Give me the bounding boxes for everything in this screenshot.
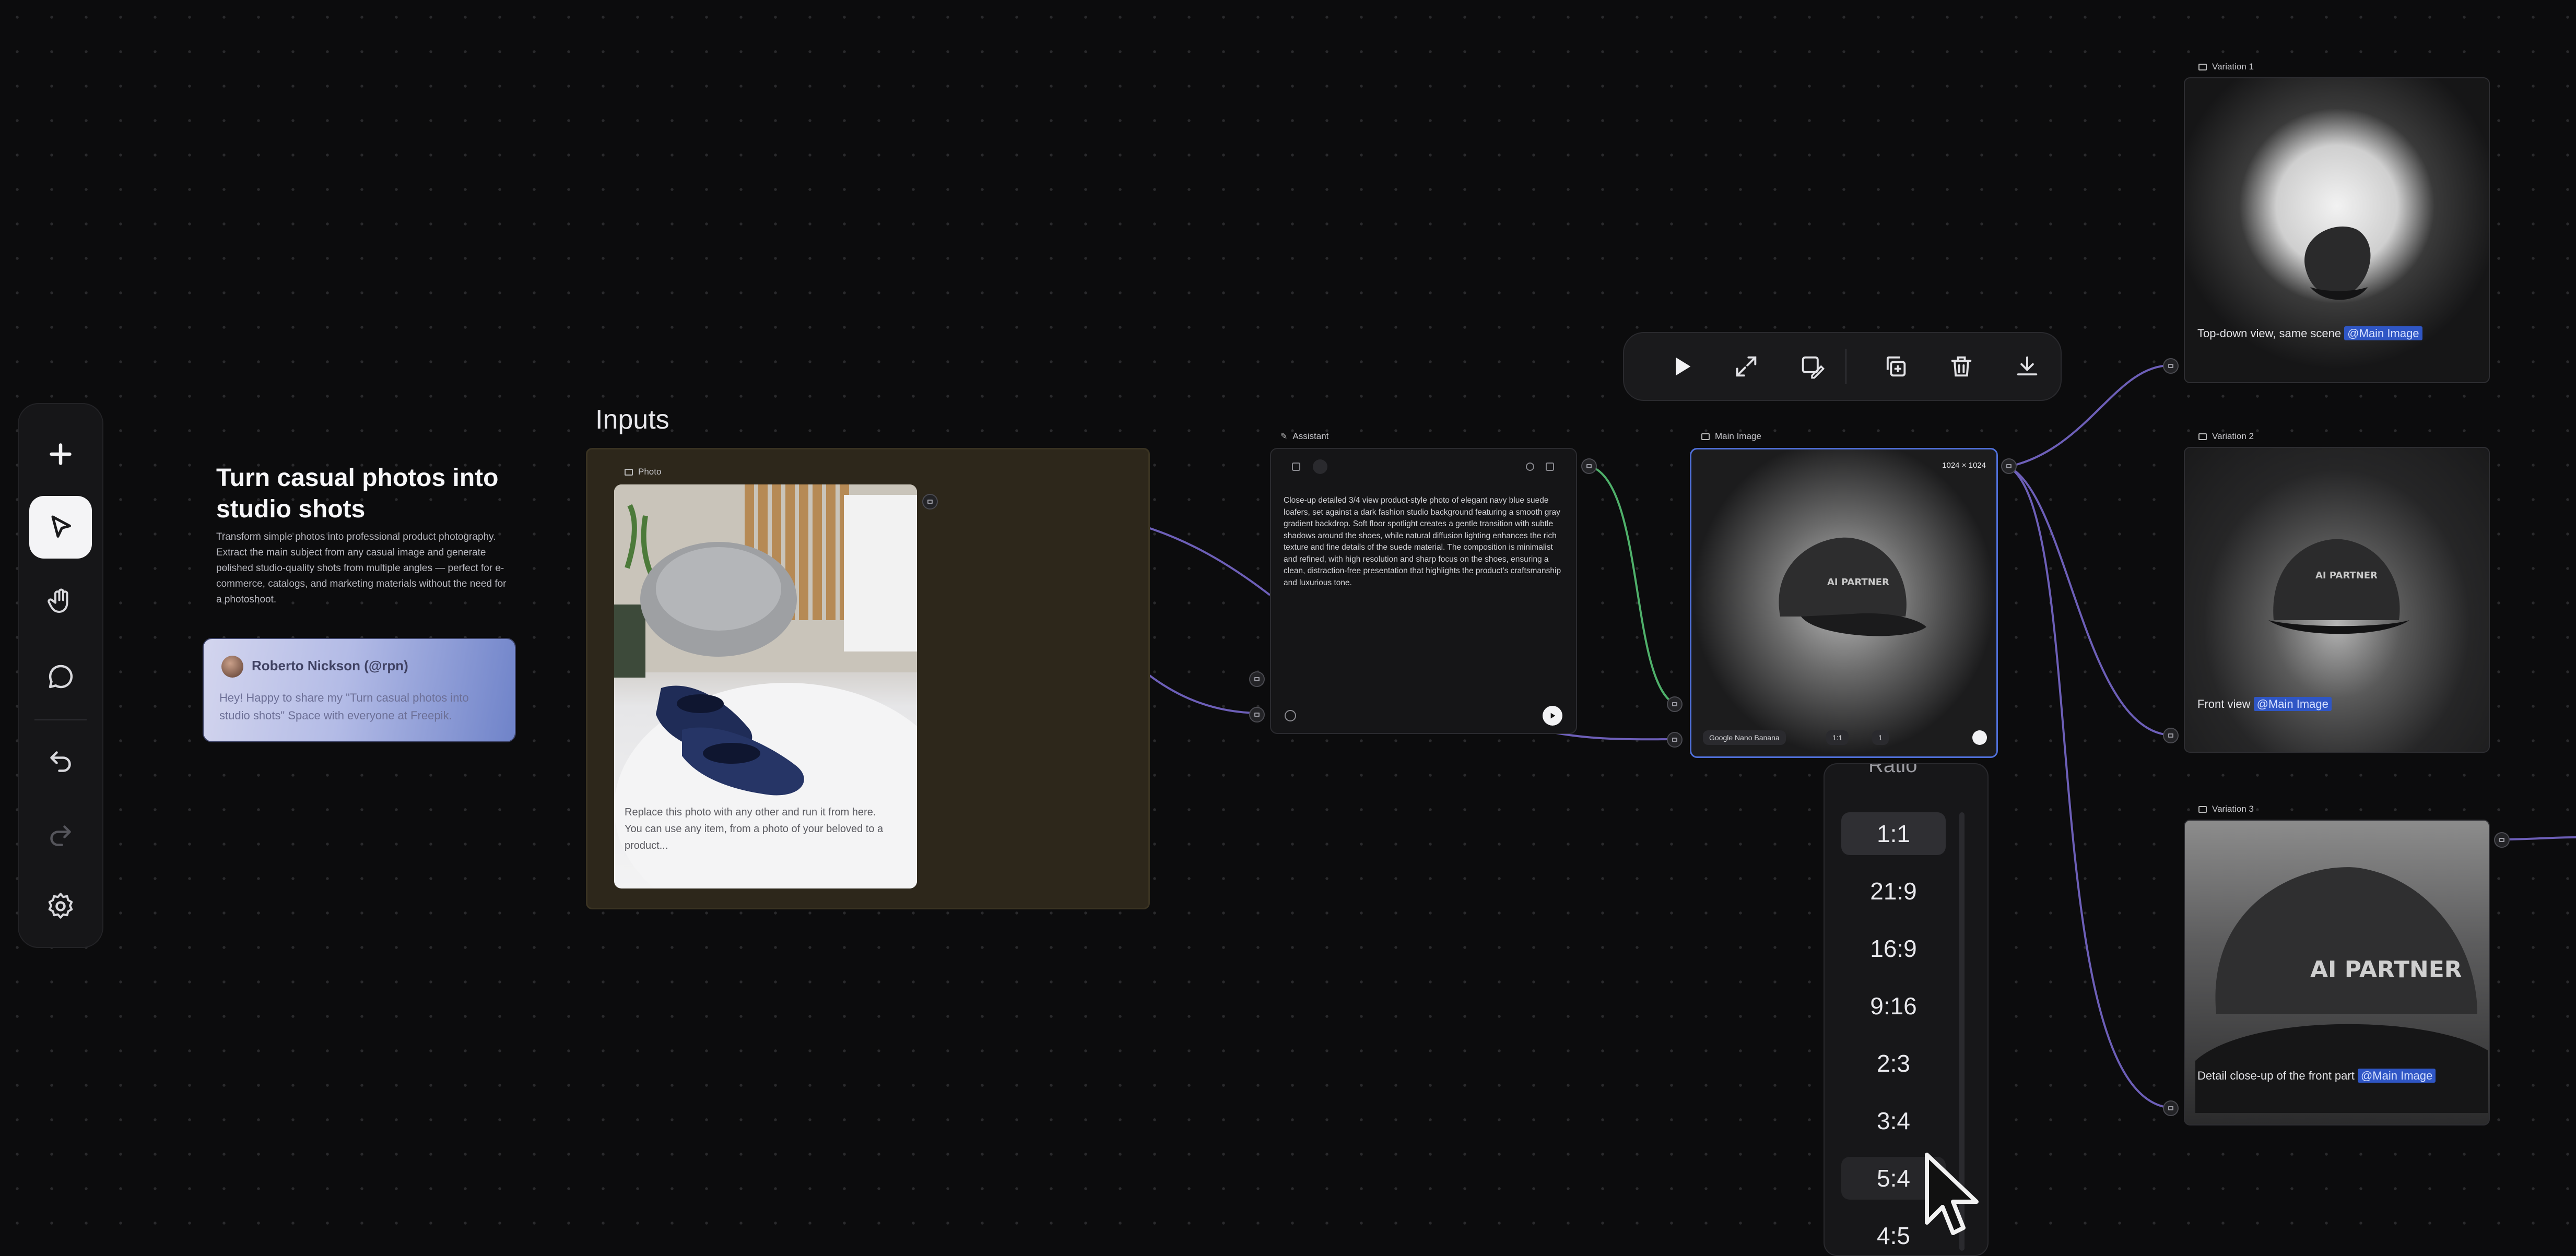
variation-2-caption[interactable]: Front view @Main Image [2197,697,2332,711]
image-icon [1701,433,1710,440]
run-button[interactable] [1972,730,1987,745]
main-image-node[interactable]: 1024 × 1024 AI PARTNER Google Nano Banan… [1690,448,1998,758]
play-icon [1550,713,1556,719]
author-name: Roberto Nickson (@rpn) [252,658,408,673]
cap-topdown-image [2304,226,2371,300]
toolbar-divider [34,719,87,720]
copy-icon[interactable] [1526,463,1534,471]
photo-node[interactable]: Replace this photo with any other and ru… [614,484,917,888]
comment-icon[interactable] [29,645,92,708]
share-message: Hey! Happy to share my "Turn casual phot… [219,691,469,722]
assistant-label-text: Assistant [1292,431,1329,441]
expand-icon[interactable] [1728,349,1764,384]
group-label: Inputs [595,405,669,435]
variation-1-label-text: Variation 1 [2212,62,2254,72]
ratio-option-16-9[interactable]: 16:9 [1841,927,1946,970]
model-selector[interactable]: Google Nano Banana [1703,730,1786,745]
variation-3-label: Variation 3 [2198,804,2254,814]
variation-2-input-port[interactable] [2163,728,2179,743]
ratio-option-21-9[interactable]: 21:9 [1841,870,1946,913]
variation-3-input-port[interactable] [2163,1100,2179,1116]
mention-tag[interactable]: @Main Image [2344,326,2422,340]
assistant-node-label: ✎ Assistant [1280,431,1328,442]
assistant-node[interactable]: Close-up detailed 3/4 view product-style… [1270,448,1577,734]
assistant-output-port[interactable] [1581,458,1597,474]
image-icon [2198,433,2207,440]
ratio-selector[interactable]: 1:1 [1826,730,1849,745]
variation-2-label: Variation 2 [2198,431,2254,442]
main-image-input-port[interactable] [1667,732,1683,748]
variation-3-label-text: Variation 3 [2212,804,2254,814]
main-output-port[interactable] [2001,458,2017,474]
trash-icon[interactable] [1944,349,1979,384]
menu-icon[interactable] [1546,463,1554,471]
photo-label-text: Photo [638,467,662,477]
photo-caption: Replace this photo with any other and ru… [625,807,884,851]
add-icon[interactable] [29,423,92,485]
edge-assistant-to-main [1588,465,1675,705]
left-toolbar [18,403,103,948]
space-title: Turn casual photos into studio shots [216,464,499,523]
mouse-cursor-icon [1925,1153,1979,1235]
cap-logo-text: AI PARTNER [1827,577,1889,588]
assistant-image-input-port[interactable] [1249,707,1265,722]
main-image-label-text: Main Image [1715,431,1761,441]
prompt-text[interactable]: Close-up detailed 3/4 view product-style… [1284,495,1563,589]
cap-logo-text: AI PARTNER [2310,956,2462,983]
edge-var3-out [2501,836,2576,840]
hand-icon[interactable] [29,570,92,633]
layout-icon[interactable] [1292,463,1300,471]
image-icon [625,468,633,476]
main-prompt-input-port[interactable] [1667,696,1683,712]
pencil-icon: ✎ [1280,432,1288,441]
ratio-option-1-1[interactable]: 1:1 [1841,812,1946,855]
node-action-toolbar [1623,332,2062,401]
caption-text: Top-down view, same scene [2197,327,2342,340]
dropdown-header: Ratio [1868,763,1918,777]
ratio-option-3-4[interactable]: 3:4 [1841,1099,1946,1142]
main-image-node-label: Main Image [1701,431,1761,442]
download-icon[interactable] [2009,349,2045,384]
photo-node-label: Photo [625,467,661,477]
photo-output-port[interactable] [922,494,938,509]
variation-3-output-port[interactable] [2494,832,2510,848]
space-description: Transform simple photos into professiona… [216,531,507,605]
duplicate-icon[interactable] [1878,349,1913,384]
pointer-icon[interactable] [29,496,92,559]
mention-tag[interactable]: @Main Image [2253,697,2332,711]
variation-1-input-port[interactable] [2163,358,2179,374]
mention-tag[interactable]: @Main Image [2357,1069,2436,1083]
play-icon[interactable] [1664,349,1699,384]
caption-text: Front view [2197,697,2251,710]
ratio-option-2-3[interactable]: 2:3 [1841,1042,1946,1085]
variation-1-node[interactable]: Top-down view, same scene @Main Image [2184,77,2490,383]
settings-icon[interactable] [1285,710,1296,721]
cap-front-image: AI PARTNER [2268,539,2409,634]
undo-icon[interactable] [29,728,92,790]
run-button[interactable] [1543,706,1562,726]
variation-2-label-text: Variation 2 [2212,431,2254,441]
variation-1-caption[interactable]: Top-down view, same scene @Main Image [2197,326,2422,340]
assistant-text-input-port[interactable] [1249,671,1265,687]
edge-main-to-var3 [2008,466,2171,1109]
settings-icon[interactable] [29,875,92,938]
count-stepper[interactable]: 1 [1872,730,1889,745]
cap-logo-text: AI PARTNER [2315,570,2378,581]
image-icon [2198,805,2207,813]
edit-image-icon[interactable] [1794,349,1830,384]
variation-3-caption[interactable]: Detail close-up of the front part @Main … [2197,1069,2436,1083]
toolbar-divider [1845,349,1846,384]
cap-image: AI PARTNER [1779,537,1926,636]
magic-icon[interactable] [1313,459,1327,474]
caption-text: Detail close-up of the front part [2197,1069,2355,1082]
avatar [221,656,243,678]
redo-icon[interactable] [29,802,92,864]
ratio-option-9-16[interactable]: 9:16 [1841,985,1946,1027]
share-card[interactable]: Roberto Nickson (@rpn) Hey! Happy to sha… [203,638,516,742]
image-icon [2198,63,2207,70]
variation-2-node[interactable]: AI PARTNER Front view @Main Image [2184,447,2490,753]
variation-3-node[interactable]: AI PARTNER Detail close-up of the front … [2184,820,2490,1125]
resolution-badge: 1024 × 1024 [1942,461,1986,470]
variation-1-label: Variation 1 [2198,62,2254,72]
